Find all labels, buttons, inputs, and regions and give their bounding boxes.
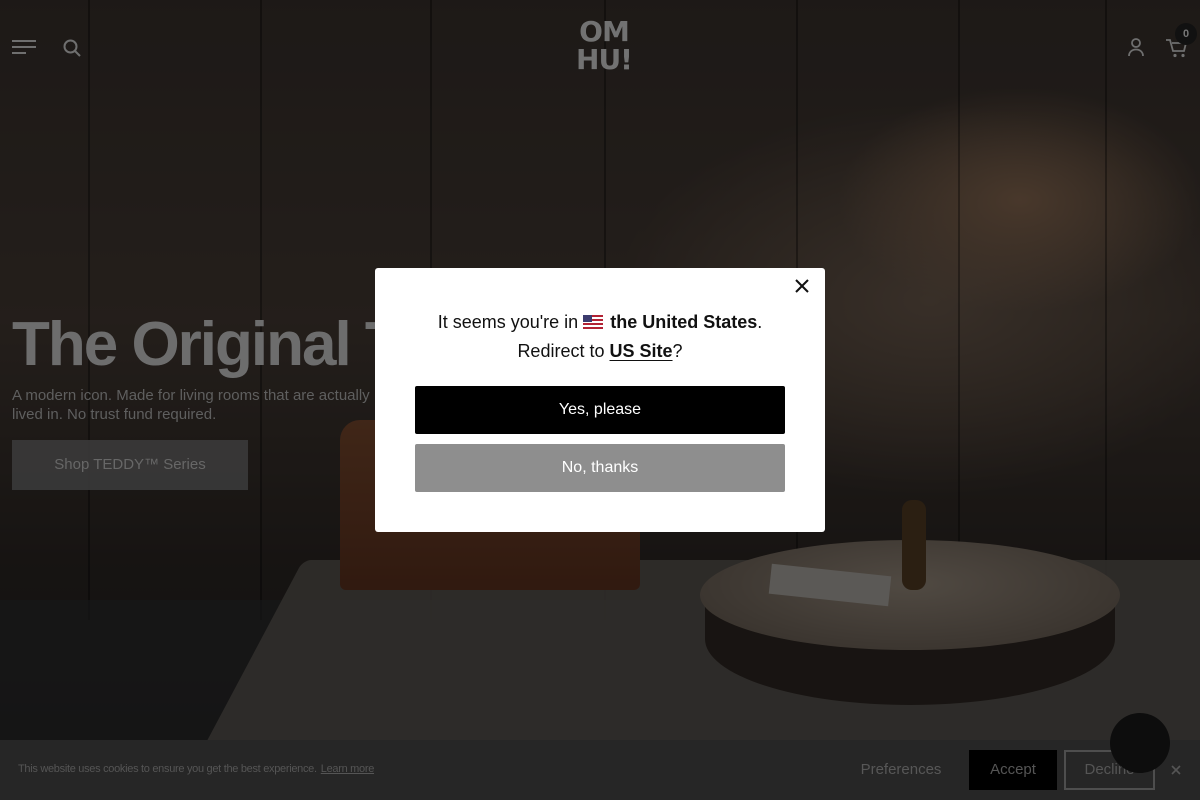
us-site-link[interactable]: US Site	[610, 341, 673, 361]
search-icon[interactable]	[62, 38, 82, 58]
shop-teddy-button[interactable]: Shop TEDDY™ Series	[12, 440, 248, 490]
modal-line1-prefix: It seems you're in	[437, 312, 579, 332]
no-thanks-button[interactable]: No, thanks	[415, 444, 785, 492]
chat-widget-button[interactable]	[1110, 713, 1170, 773]
site-logo[interactable]: OM HU!	[568, 18, 640, 78]
us-flag-icon	[583, 315, 604, 329]
logo-line-2: HU!	[576, 43, 633, 76]
site-header: OM HU! 0	[0, 0, 1200, 95]
hero-subtitle: A modern icon. Made for living rooms tha…	[12, 387, 370, 423]
account-icon[interactable]	[1126, 37, 1146, 57]
preferences-button[interactable]: Preferences	[852, 750, 950, 790]
modal-line2-suffix: ?	[672, 341, 683, 361]
modal-line1-suffix: .	[757, 312, 763, 332]
logo-line-1: OM	[579, 15, 630, 48]
cart-count-badge: 0	[1175, 23, 1197, 45]
menu-icon[interactable]	[12, 38, 38, 56]
learn-more-link[interactable]: Learn more	[321, 763, 375, 775]
region-redirect-modal: It seems you're in the United States. Re…	[375, 268, 825, 532]
yes-please-button[interactable]: Yes, please	[415, 386, 785, 434]
modal-message: It seems you're in the United States. Re…	[375, 308, 825, 366]
cookie-banner: This website uses cookies to ensure you …	[0, 740, 1200, 800]
accept-button[interactable]: Accept	[969, 750, 1057, 790]
cookie-text: This website uses cookies to ensure you …	[18, 763, 317, 775]
hero-title: The Original TEDDY™	[12, 310, 392, 379]
close-icon[interactable]	[793, 277, 811, 295]
close-icon[interactable]	[1169, 763, 1183, 777]
modal-line2-prefix: Redirect to	[517, 341, 605, 361]
country-name: the United States	[610, 312, 758, 332]
cookie-message: This website uses cookies to ensure you …	[18, 763, 374, 775]
